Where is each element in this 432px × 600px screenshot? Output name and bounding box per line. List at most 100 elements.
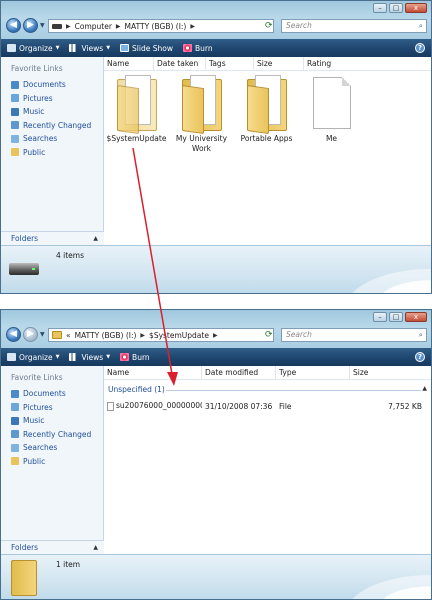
decorative-swoosh <box>311 253 431 293</box>
recent-pages-dropdown[interactable]: ▼ <box>40 331 45 338</box>
folders-toggle[interactable]: Folders ▲ <box>1 540 104 554</box>
sidebar-item-music[interactable]: Music <box>1 414 103 428</box>
sidebar-item-documents[interactable]: Documents <box>1 78 103 92</box>
sidebar-item-label: Music <box>23 416 45 426</box>
folder-item-portable-apps[interactable]: Portable Apps <box>234 75 299 153</box>
search-placeholder: Search <box>286 21 312 30</box>
file-name: su20076000_00000000 <box>116 401 202 411</box>
chevron-down-icon: ▼ <box>55 45 60 51</box>
minimize-button[interactable]: – <box>373 3 387 13</box>
organize-button[interactable]: Organize ▼ <box>7 44 59 53</box>
back-button[interactable]: ◀ <box>6 327 21 342</box>
burn-button[interactable]: Burn <box>182 44 213 53</box>
sidebar-item-label: Searches <box>23 443 58 453</box>
search-icon[interactable]: ⌕ <box>419 20 423 32</box>
column-rating[interactable]: Rating <box>304 57 431 70</box>
searches-icon <box>11 443 19 452</box>
help-icon[interactable]: ? <box>415 352 425 362</box>
usb-drive-icon <box>9 263 39 275</box>
breadcrumb-folder[interactable]: $SystemUpdate <box>149 331 209 340</box>
sidebar-item-label: Recently Changed <box>23 120 92 130</box>
recent-icon <box>11 121 19 130</box>
column-date-modified[interactable]: Date modified <box>202 366 276 379</box>
recent-pages-dropdown[interactable]: ▼ <box>40 22 45 29</box>
column-headers: Name Date taken Tags Size Rating <box>104 57 431 71</box>
sidebar-item-documents[interactable]: Documents <box>1 387 103 401</box>
maximize-button[interactable]: □ <box>389 312 403 322</box>
search-icon[interactable]: ⌕ <box>419 329 423 341</box>
sidebar-item-recently-changed[interactable]: Recently Changed <box>1 428 103 442</box>
pictures-icon <box>11 94 19 103</box>
column-size[interactable]: Size <box>350 366 431 379</box>
breadcrumb-overflow[interactable]: « <box>66 331 71 340</box>
search-input[interactable]: Search ⌕ <box>281 19 427 33</box>
icon-grid: $SystemUpdate My University Work Portabl… <box>104 71 431 153</box>
sidebar-item-label: Public <box>23 147 46 157</box>
chevron-up-icon[interactable]: ▲ <box>422 385 427 392</box>
column-size[interactable]: Size <box>254 57 304 70</box>
close-button[interactable]: x <box>405 3 427 13</box>
chevron-up-icon: ▲ <box>93 235 98 242</box>
back-button[interactable]: ◀ <box>6 18 21 33</box>
column-tags[interactable]: Tags <box>206 57 254 70</box>
maximize-button[interactable]: □ <box>389 3 403 13</box>
sidebar-item-music[interactable]: Music <box>1 105 103 119</box>
sidebar-item-pictures[interactable]: Pictures <box>1 92 103 106</box>
item-label: Me <box>325 134 338 143</box>
title-address-bar: – □ x ◀ ▶ ▼ ▶ Computer ▶ MATTY (BGB) (I:… <box>1 1 431 39</box>
minimize-button[interactable]: – <box>373 312 387 322</box>
burn-button[interactable]: Burn <box>120 353 150 362</box>
folder-icon <box>181 75 222 135</box>
help-icon[interactable]: ? <box>415 43 425 53</box>
group-header[interactable]: Unspecified (1) ▲ <box>108 385 431 397</box>
item-label: My University Work <box>175 134 228 153</box>
documents-icon <box>11 389 19 398</box>
folder-item-university-work[interactable]: My University Work <box>169 75 234 153</box>
sidebar-item-public[interactable]: Public <box>1 455 103 469</box>
search-input[interactable]: Search ⌕ <box>281 328 427 342</box>
explorer-window-drive: – □ x ◀ ▶ ▼ ▶ Computer ▶ MATTY (BGB) (I:… <box>0 0 432 294</box>
folders-toggle[interactable]: Folders ▲ <box>1 231 104 245</box>
breadcrumb-drive[interactable]: MATTY (BGB) (I:) <box>125 22 187 31</box>
sidebar-item-label: Documents <box>23 389 66 399</box>
column-date-taken[interactable]: Date taken <box>154 57 206 70</box>
breadcrumb-drive[interactable]: MATTY (BGB) (I:) <box>75 331 137 340</box>
sidebar-item-public[interactable]: Public <box>1 146 103 160</box>
sidebar-item-label: Recently Changed <box>23 429 92 439</box>
refresh-icon[interactable]: ⟳ <box>265 330 273 340</box>
forward-button[interactable]: ▶ <box>23 18 38 33</box>
folder-icon <box>246 75 287 135</box>
organize-label: Organize <box>19 43 53 53</box>
address-bar[interactable]: ▶ Computer ▶ MATTY (BGB) (I:) ▶ <box>48 19 274 33</box>
folder-icon <box>11 457 19 466</box>
address-bar[interactable]: « MATTY (BGB) (I:) ▶ $SystemUpdate ▶ <box>48 328 274 342</box>
sidebar-item-pictures[interactable]: Pictures <box>1 401 103 415</box>
organize-button[interactable]: Organize ▼ <box>7 353 59 362</box>
column-headers: Name Date modified Type Size <box>104 366 431 380</box>
close-button[interactable]: x <box>405 312 427 322</box>
views-button[interactable]: Views ▼ <box>69 44 110 53</box>
refresh-icon[interactable]: ⟳ <box>265 21 273 31</box>
table-row[interactable]: su20076000_00000000 31/10/2008 07:36 Fil… <box>104 400 431 412</box>
folder-icon <box>116 75 157 135</box>
column-name[interactable]: Name <box>104 366 202 379</box>
column-name[interactable]: Name <box>104 57 154 70</box>
breadcrumb-computer[interactable]: Computer <box>75 22 112 31</box>
file-list-pane: Name Date taken Tags Size Rating $System… <box>104 57 431 245</box>
file-icon <box>107 401 114 411</box>
file-list-pane: Name Date modified Type Size Unspecified… <box>104 366 431 554</box>
views-button[interactable]: Views ▼ <box>69 353 110 362</box>
column-type[interactable]: Type <box>276 366 350 379</box>
slideshow-button[interactable]: Slide Show <box>120 44 173 53</box>
views-icon <box>69 353 79 361</box>
folder-item-systemupdate[interactable]: $SystemUpdate <box>104 75 169 153</box>
forward-button[interactable]: ▶ <box>23 327 38 342</box>
sidebar-item-searches[interactable]: Searches <box>1 132 103 146</box>
group-divider <box>166 390 421 391</box>
sidebar-item-recently-changed[interactable]: Recently Changed <box>1 119 103 133</box>
folders-label: Folders <box>11 234 39 243</box>
music-icon <box>11 107 19 116</box>
sidebar-item-searches[interactable]: Searches <box>1 441 103 455</box>
item-count: 4 items <box>56 251 85 260</box>
file-item-me[interactable]: Me <box>299 75 364 153</box>
